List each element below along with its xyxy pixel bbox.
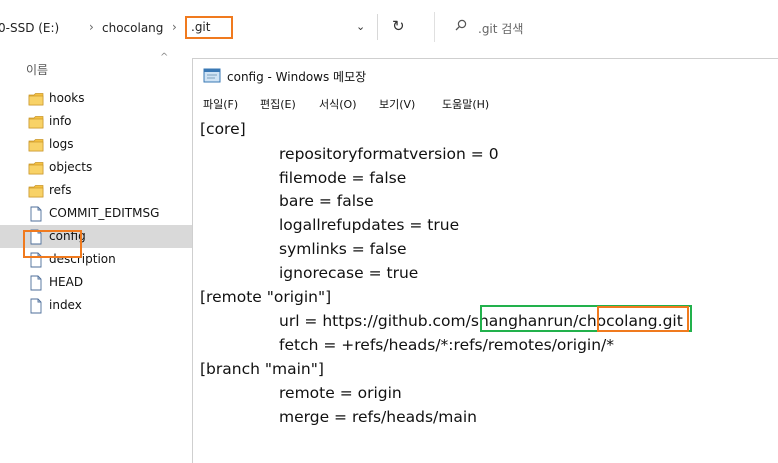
- url-prefix: url = https://github.com: [279, 312, 466, 330]
- breadcrumb-current[interactable]: .git: [191, 20, 210, 34]
- divider: [377, 14, 378, 40]
- text-line: logallrefupdates = true: [279, 216, 460, 234]
- text-line: symlinks = false: [279, 240, 407, 258]
- file-row-hooks[interactable]: hooks: [0, 87, 192, 110]
- chevron-right-icon: ›: [89, 20, 94, 34]
- file-row-head[interactable]: HEAD: [0, 271, 192, 294]
- config-file-highlight: [23, 230, 82, 258]
- text-line: [remote "origin"]: [200, 288, 332, 306]
- file-name: HEAD: [49, 275, 84, 289]
- search-box[interactable]: .git 검색: [434, 12, 778, 42]
- folder-icon: [28, 162, 44, 175]
- menu-format[interactable]: 서식(O): [319, 96, 356, 112]
- text-line: remote = origin: [279, 384, 402, 402]
- file-name: COMMIT_EDITMSG: [49, 206, 160, 220]
- url-repo-highlight: [597, 306, 689, 332]
- menu-help[interactable]: 도움말(H): [442, 96, 489, 112]
- file-name: logs: [49, 137, 74, 151]
- file-row-info[interactable]: info: [0, 110, 192, 133]
- sort-up-icon: ^: [160, 52, 169, 63]
- text-line: bare = false: [279, 192, 374, 210]
- folder-icon: [28, 185, 44, 198]
- text-line: filemode = false: [279, 169, 407, 187]
- chevron-right-icon: ›: [172, 20, 177, 34]
- file-name: info: [49, 114, 72, 128]
- breadcrumb-drive[interactable]: 0-SSD (E:): [0, 21, 59, 35]
- notepad-icon: [203, 68, 221, 83]
- file-name: hooks: [49, 91, 85, 105]
- file-row-refs[interactable]: refs: [0, 179, 192, 202]
- notepad-window: config - Windows 메모장 파일(F) 편집(E) 서식(O) 보…: [192, 58, 778, 463]
- notepad-title: config - Windows 메모장: [227, 70, 367, 84]
- text-line: repositoryformatversion = 0: [279, 145, 499, 163]
- search-icon: [455, 19, 467, 31]
- file-name: refs: [49, 183, 72, 197]
- text-line: [branch "main"]: [200, 360, 324, 378]
- menu-view[interactable]: 보기(V): [379, 96, 415, 112]
- folder-icon: [28, 116, 44, 129]
- file-icon: [30, 206, 42, 222]
- notepad-titlebar[interactable]: config - Windows 메모장: [193, 59, 778, 91]
- file-row-logs[interactable]: logs: [0, 133, 192, 156]
- search-placeholder: .git 검색: [478, 22, 524, 36]
- menu-file[interactable]: 파일(F): [203, 96, 238, 112]
- menu-bar: 파일(F) 편집(E) 서식(O) 보기(V) 도움말(H): [193, 92, 778, 116]
- text-editor[interactable]: [core] repositoryformatversion = 0 filem…: [193, 116, 778, 463]
- address-bar[interactable]: 0-SSD (E:) › chocolang › .git ⌄ ↻ .git 검…: [0, 0, 778, 48]
- chevron-down-icon[interactable]: ⌄: [356, 20, 365, 33]
- column-header-name[interactable]: 이름: [26, 61, 48, 78]
- file-icon: [30, 298, 42, 314]
- file-row-index[interactable]: index: [0, 294, 192, 317]
- text-line: merge = refs/heads/main: [279, 408, 477, 426]
- folder-icon: [28, 93, 44, 106]
- text-line: ignorecase = true: [279, 264, 419, 282]
- breadcrumb-folder[interactable]: chocolang: [102, 21, 163, 35]
- menu-edit[interactable]: 편집(E): [260, 96, 296, 112]
- file-icon: [30, 275, 42, 291]
- file-row-commit-editmsg[interactable]: COMMIT_EDITMSG: [0, 202, 192, 225]
- file-list: 이름 ^ hooks info logs objects refs COMMIT_EDIT…: [0, 48, 192, 463]
- file-name: index: [49, 298, 82, 312]
- text-line: fetch = +refs/heads/*:refs/remotes/origi…: [279, 336, 615, 354]
- file-name: objects: [49, 160, 93, 174]
- refresh-icon[interactable]: ↻: [392, 17, 405, 35]
- text-line: [core]: [200, 120, 246, 138]
- folder-icon: [28, 139, 44, 152]
- file-row-objects[interactable]: objects: [0, 156, 192, 179]
